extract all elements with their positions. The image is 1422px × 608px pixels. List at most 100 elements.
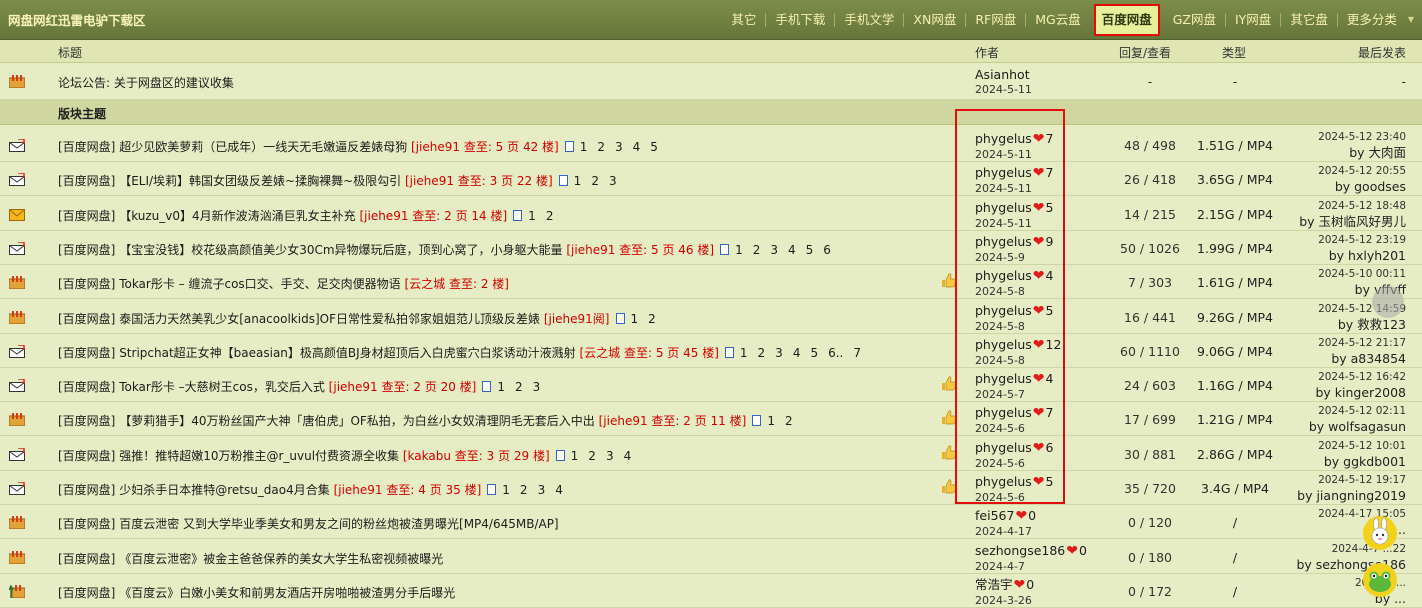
read-progress[interactable]: [云之城 查至: 2 楼] xyxy=(404,277,509,291)
category-tab-2[interactable]: 手机文学 xyxy=(835,10,903,30)
page-link[interactable]: 3 xyxy=(770,243,778,257)
author-name[interactable]: fei567 xyxy=(975,508,1014,523)
last-post-user[interactable]: by 玉树临风好男儿 xyxy=(1299,214,1406,230)
page-link[interactable]: 2 xyxy=(758,346,766,360)
last-post-date[interactable]: 2024-5-12 02:11 xyxy=(1309,403,1406,419)
thread-link[interactable]: 《百度云泄密》被金主爸爸保养的美女大学生私密视频被曝光 xyxy=(115,552,443,566)
page-link[interactable]: 3 xyxy=(538,483,546,497)
page-link[interactable]: 4 xyxy=(555,483,563,497)
thread-link[interactable]: 少妇杀手日本推特@retsu_dao4月合集 xyxy=(115,483,333,497)
author-name[interactable]: phygelus xyxy=(975,474,1032,489)
frog-avatar-icon[interactable] xyxy=(1362,562,1398,598)
read-progress[interactable]: [jiehe91 查至: 2 页 11 楼] xyxy=(599,414,747,428)
page-link[interactable]: 1 xyxy=(502,483,510,497)
page-link[interactable]: 2 xyxy=(648,312,656,326)
author-name[interactable]: phygelus xyxy=(975,440,1032,455)
thread-link[interactable]: 【萝莉猎手】40万粉丝国产大神「唐伯虎」OF私拍，为白丝小女奴清理阴毛无套后入中… xyxy=(115,414,598,428)
thread-prefix[interactable]: [百度网盘] xyxy=(58,277,115,291)
page-link[interactable]: 1 xyxy=(580,140,588,154)
page-link[interactable]: 1 xyxy=(631,312,639,326)
category-tab-9[interactable]: 其它盘 xyxy=(1281,10,1337,30)
author-name[interactable]: phygelus xyxy=(975,303,1032,318)
last-post-user[interactable]: by wolfsagasun xyxy=(1309,419,1406,435)
author-name[interactable]: Asianhot xyxy=(975,67,1032,82)
read-progress[interactable]: [jiehe91 查至: 5 页 42 楼] xyxy=(411,140,559,154)
page-link[interactable]: 2 xyxy=(588,449,596,463)
author-name[interactable]: phygelus xyxy=(975,165,1032,180)
thread-link[interactable]: Stripchat超正女神【baeasian】极高颜值BJ身材超顶后入白虎蜜穴白… xyxy=(115,346,579,360)
last-post-user[interactable]: by 大肉面 xyxy=(1318,145,1406,161)
last-post-date[interactable]: 2024-5-12 23:40 xyxy=(1318,129,1406,145)
page-link[interactable]: 1 xyxy=(735,243,743,257)
page-link[interactable]: 3 xyxy=(606,449,614,463)
read-progress[interactable]: [jiehe91 查至: 4 页 35 楼] xyxy=(334,483,482,497)
thread-link[interactable]: 【kuzu_v0】4月新作波涛汹涌巨乳女主补充 xyxy=(115,209,359,223)
category-tab-6[interactable]: 百度网盘 xyxy=(1093,3,1160,36)
thread-link[interactable]: 超少见欧美萝莉（已成年）一线天无毛嫩逼反差婊母狗 xyxy=(115,140,411,154)
last-post-user[interactable]: by goodses xyxy=(1318,179,1406,195)
page-link[interactable]: 4 xyxy=(788,243,796,257)
page-link[interactable]: 5 xyxy=(806,243,814,257)
bunny-avatar-icon[interactable] xyxy=(1362,515,1398,551)
author-name[interactable]: phygelus xyxy=(975,405,1032,420)
col-replies[interactable]: 回复/查看 xyxy=(1119,44,1171,61)
last-post-date[interactable]: 2024-5-12 21:17 xyxy=(1318,335,1406,351)
page-link[interactable]: 2 xyxy=(520,483,528,497)
thread-prefix[interactable]: [百度网盘] xyxy=(58,209,115,223)
read-progress[interactable]: [云之城 查至: 5 页 45 楼] xyxy=(580,346,719,360)
page-link[interactable]: 6.. xyxy=(828,346,843,360)
author-name[interactable]: phygelus xyxy=(975,337,1032,352)
thread-prefix[interactable]: [百度网盘] xyxy=(58,414,115,428)
page-link[interactable]: 7 xyxy=(853,346,861,360)
last-post-date[interactable]: 2024-5-12 23:19 xyxy=(1318,232,1406,248)
category-tab-7[interactable]: GZ网盘 xyxy=(1164,10,1225,30)
thread-prefix[interactable]: [百度网盘] xyxy=(58,552,115,566)
thread-prefix[interactable]: [百度网盘] xyxy=(58,380,115,394)
page-link[interactable]: 3 xyxy=(533,380,541,394)
last-post-user[interactable]: by jiangning2019 xyxy=(1297,488,1406,504)
page-link[interactable]: 4 xyxy=(624,449,632,463)
col-last-post[interactable]: 最后发表 xyxy=(1358,44,1406,61)
page-link[interactable]: 1 xyxy=(740,346,748,360)
page-link[interactable]: 2 xyxy=(785,414,793,428)
author-name[interactable]: phygelus xyxy=(975,268,1032,283)
scroll-to-top-button[interactable] xyxy=(1372,286,1404,318)
page-link[interactable]: 2 xyxy=(597,140,605,154)
page-link[interactable]: 6 xyxy=(823,243,831,257)
thread-prefix[interactable]: [百度网盘] xyxy=(58,346,115,360)
read-progress[interactable]: [jiehe91阅] xyxy=(544,312,610,326)
last-post-date[interactable]: 2024-5-12 20:55 xyxy=(1318,163,1406,179)
page-link[interactable]: 1 xyxy=(574,174,582,188)
page-link[interactable]: 1 xyxy=(571,449,579,463)
category-tab-10[interactable]: 更多分类 xyxy=(1338,10,1406,30)
read-progress[interactable]: [jiehe91 查至: 2 页 14 楼] xyxy=(359,209,507,223)
page-link[interactable]: 5 xyxy=(650,140,658,154)
read-progress[interactable]: [jiehe91 查至: 3 页 22 楼] xyxy=(405,174,553,188)
thread-link[interactable]: 【宝宝没钱】校花级高颜值美少女30Cm异物爆玩后庭，顶到心窝了，小身躯大能量 xyxy=(115,243,566,257)
page-link[interactable]: 3 xyxy=(775,346,783,360)
thread-link[interactable]: 百度云泄密 又到大学毕业季美女和男友之间的粉丝炮被渣男曝光[MP4/645MB/… xyxy=(115,517,558,531)
thread-link[interactable]: Tokar彤卡 – 缠流子cos口交、手交、足交肉便器物语 xyxy=(115,277,404,291)
page-link[interactable]: 3 xyxy=(615,140,623,154)
thread-link[interactable]: Tokar彤卡 –大慈树王cos，乳交后入式 xyxy=(115,380,328,394)
last-post-user[interactable]: by 救救123 xyxy=(1318,317,1406,333)
page-link[interactable]: 1 xyxy=(528,209,536,223)
author-name[interactable]: 常浩宇 xyxy=(975,577,1013,592)
page-link[interactable]: 3 xyxy=(609,174,617,188)
last-post-user[interactable]: by hxlyh201 xyxy=(1318,248,1406,264)
thread-link[interactable]: 强推！推特超嫩10万粉推主@r_uvul付费资源全收集 xyxy=(115,449,402,463)
category-tab-8[interactable]: IY网盘 xyxy=(1226,10,1280,30)
thread-prefix[interactable]: [百度网盘] xyxy=(58,517,115,531)
last-post-user[interactable]: by a834854 xyxy=(1318,351,1406,367)
thread-prefix[interactable]: [百度网盘] xyxy=(58,140,115,154)
thread-link[interactable]: 泰国活力天然美乳少女[anacoolkids]OF日常性爱私拍邻家姐姐范儿顶级反… xyxy=(115,312,543,326)
thread-link[interactable]: 【ELI/埃莉】韩国女团级反差婊~揉胸裸舞~极限勾引 xyxy=(115,174,405,188)
author-name[interactable]: phygelus xyxy=(975,371,1032,386)
last-post-date[interactable]: 2024-5-10 00:11 xyxy=(1318,266,1406,282)
announcement-link[interactable]: 论坛公告: 关于网盘区的建议收集 xyxy=(58,74,234,91)
thread-prefix[interactable]: [百度网盘] xyxy=(58,312,115,326)
last-post-date[interactable]: 2024-5-12 16:42 xyxy=(1315,369,1406,385)
page-link[interactable]: 2 xyxy=(546,209,554,223)
last-post-date[interactable]: 2024-5-12 10:01 xyxy=(1318,438,1406,454)
page-link[interactable]: 1 xyxy=(767,414,775,428)
